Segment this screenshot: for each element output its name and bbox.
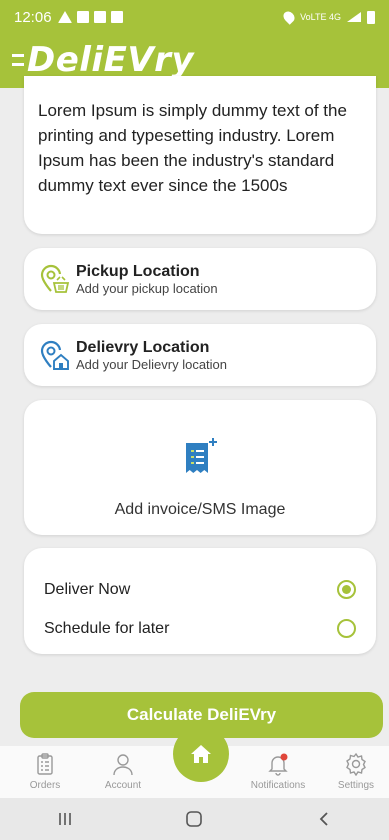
back-button[interactable] bbox=[304, 804, 344, 834]
pickup-subtitle: Add your pickup location bbox=[76, 280, 218, 296]
image-icon bbox=[93, 11, 106, 23]
person-icon bbox=[113, 754, 133, 776]
battery-icon bbox=[367, 10, 375, 24]
pickup-title: Pickup Location bbox=[76, 262, 200, 280]
nav-settings[interactable]: Settings bbox=[321, 752, 389, 791]
warning-icon bbox=[57, 11, 72, 23]
schedule-later-radio[interactable] bbox=[337, 619, 356, 638]
delivery-location-card[interactable]: Delievry Location Add your Delievry loca… bbox=[24, 324, 376, 386]
app-header: 12:06 VoLTE 4G DeliEVry bbox=[0, 0, 389, 88]
pickup-location-card[interactable]: Pickup Location Add your pickup location bbox=[24, 248, 376, 310]
home-square-icon bbox=[186, 811, 203, 827]
message-icon bbox=[110, 11, 123, 23]
system-nav-bar bbox=[0, 798, 389, 840]
clipboard-icon bbox=[37, 753, 53, 775]
mail-icon bbox=[76, 11, 89, 23]
logo-text: DeliEVry bbox=[27, 40, 195, 80]
option-schedule-later[interactable]: Schedule for later bbox=[44, 609, 360, 648]
back-chevron-icon bbox=[319, 812, 328, 826]
signal-icon bbox=[347, 12, 361, 22]
recent-apps-icon bbox=[59, 813, 71, 825]
status-time: 12:06 bbox=[14, 8, 52, 26]
nav-orders-label: Orders bbox=[29, 780, 61, 791]
delivery-title: Delievry Location bbox=[76, 338, 210, 356]
option-schedule-later-label: Schedule for later bbox=[44, 619, 170, 637]
home-icon bbox=[191, 745, 211, 763]
status-system-icons: VoLTE 4G bbox=[281, 9, 375, 25]
gear-icon bbox=[346, 752, 366, 776]
network-label: VoLTE 4G bbox=[300, 12, 341, 22]
option-deliver-now-label: Deliver Now bbox=[44, 580, 131, 598]
invoice-add-icon bbox=[186, 438, 217, 473]
nav-notifications-label: Notifications bbox=[250, 780, 306, 791]
delivery-schedule-card: Deliver Now Schedule for later bbox=[24, 548, 376, 654]
status-notification-icons bbox=[57, 11, 123, 23]
home-button[interactable] bbox=[173, 726, 229, 782]
nav-orders[interactable]: Orders bbox=[10, 752, 80, 791]
delivery-subtitle: Add your Delievry location bbox=[76, 356, 228, 372]
add-invoice-label: Add invoice/SMS Image bbox=[114, 501, 286, 518]
logo-lines-icon bbox=[12, 53, 24, 66]
pickup-text: Pickup Location Add your pickup location bbox=[76, 262, 218, 297]
nav-account[interactable]: Account bbox=[88, 752, 158, 791]
description-card: Lorem Ipsum is simply dummy text of the … bbox=[24, 76, 376, 234]
delivery-home-pin-icon bbox=[40, 340, 69, 370]
nav-notifications[interactable]: Notifications bbox=[243, 752, 313, 791]
delivery-text: Delievry Location Add your Delievry loca… bbox=[76, 338, 227, 373]
nav-settings-label: Settings bbox=[337, 780, 375, 791]
app-logo: DeliEVry bbox=[12, 40, 194, 80]
bell-icon bbox=[268, 753, 288, 776]
deliver-now-radio[interactable] bbox=[337, 580, 356, 599]
nav-account-label: Account bbox=[104, 780, 142, 791]
option-deliver-now[interactable]: Deliver Now bbox=[44, 570, 360, 609]
location-icon bbox=[281, 9, 297, 25]
recent-apps-button[interactable] bbox=[45, 804, 85, 834]
pickup-basket-pin-icon bbox=[40, 264, 70, 293]
description-text: Lorem Ipsum is simply dummy text of the … bbox=[38, 101, 347, 195]
add-invoice-card[interactable]: Add invoice/SMS Image bbox=[24, 400, 376, 535]
status-bar: 12:06 VoLTE 4G bbox=[14, 6, 375, 28]
home-system-button[interactable] bbox=[174, 804, 214, 834]
